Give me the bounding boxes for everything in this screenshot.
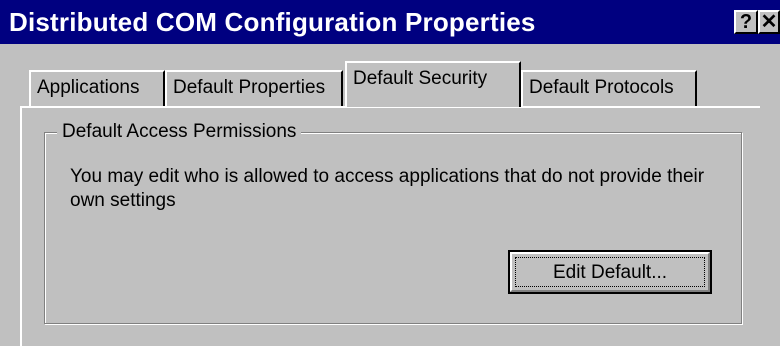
help-button[interactable]: ? <box>734 10 758 34</box>
access-permissions-groupbox <box>44 132 742 324</box>
description-text: You may edit who is allowed to access ap… <box>70 166 705 211</box>
dcom-properties-dialog: Distributed COM Configuration Properties… <box>0 0 780 346</box>
tab-strip: Applications Default Properties Default … <box>0 44 780 114</box>
tab-applications[interactable]: Applications <box>29 70 165 106</box>
edit-default-button[interactable]: Edit Default... <box>508 250 712 294</box>
tab-default-protocols[interactable]: Default Protocols <box>521 70 697 106</box>
window-title: Distributed COM Configuration Properties <box>9 7 536 37</box>
edit-default-button-label: Edit Default... <box>515 257 705 287</box>
group-label: Default Access Permissions <box>57 120 302 144</box>
title-bar[interactable]: Distributed COM Configuration Properties… <box>0 0 780 44</box>
tab-default-properties[interactable]: Default Properties <box>165 70 343 106</box>
close-button[interactable]: ✕ <box>758 10 780 34</box>
tab-default-security[interactable]: Default Security <box>345 61 521 107</box>
